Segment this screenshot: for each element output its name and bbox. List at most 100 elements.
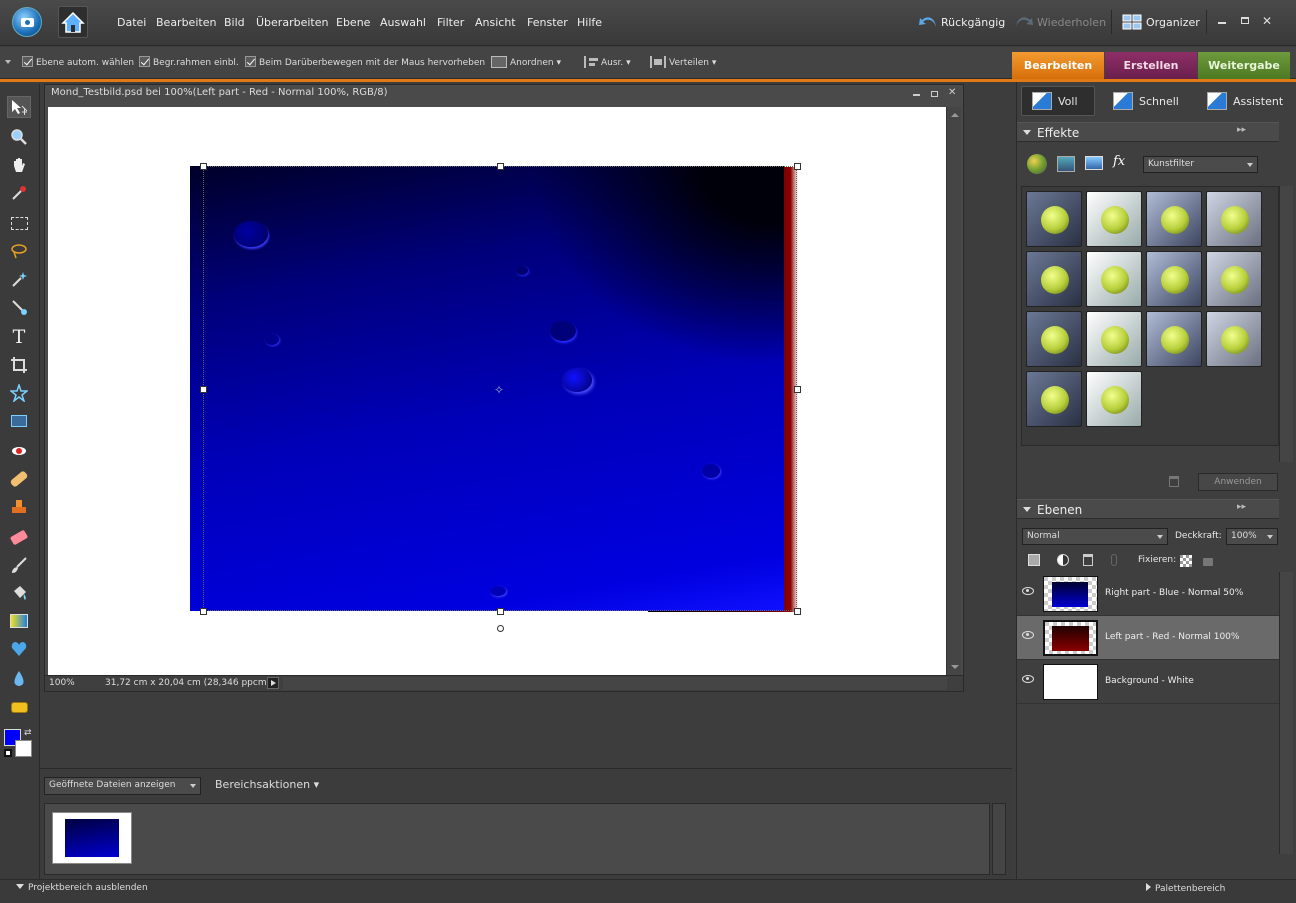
layers-header[interactable]: Ebenen ▸▸ xyxy=(1017,499,1279,519)
menu-ueberarbeiten[interactable]: Überarbeiten xyxy=(256,16,328,29)
photo-effects-icon[interactable] xyxy=(1085,156,1103,170)
effect-thumbnail[interactable] xyxy=(1026,311,1082,367)
rollover-checkbox[interactable]: Beim Darüberbewegen mit der Maus hervorh… xyxy=(245,56,485,68)
effect-thumbnail[interactable] xyxy=(1086,251,1142,307)
swap-colors-icon[interactable]: ⇄ xyxy=(24,728,32,738)
crop-tool-icon[interactable] xyxy=(7,354,31,376)
bin-thumbnail-mond[interactable] xyxy=(52,812,132,864)
effect-thumbnail[interactable] xyxy=(1086,311,1142,367)
eyedropper-tool-icon[interactable] xyxy=(7,182,31,204)
clone-stamp-tool-icon[interactable] xyxy=(7,496,31,518)
rotate-handle-icon[interactable] xyxy=(497,625,504,632)
auto-select-checkbox[interactable]: Ebene autom. wählen xyxy=(22,56,134,68)
gradient-tool-icon[interactable] xyxy=(7,610,31,632)
selection-brush-tool-icon[interactable] xyxy=(7,296,31,318)
text-tool-icon[interactable]: T xyxy=(7,326,31,348)
vertical-scrollbar[interactable] xyxy=(946,107,961,675)
arrange-dropdown[interactable]: Anordnen ▾ xyxy=(491,56,561,68)
healing-brush-tool-icon[interactable] xyxy=(7,468,31,490)
palette-bin-button[interactable]: Palettenbereich xyxy=(1146,883,1225,894)
app-logo-icon[interactable] xyxy=(12,7,42,37)
effect-thumbnail[interactable] xyxy=(1146,251,1202,307)
lock-all-icon[interactable] xyxy=(1203,558,1213,566)
zoom-level[interactable]: 100% xyxy=(49,678,75,688)
zoom-tool-icon[interactable] xyxy=(7,126,31,148)
organizer-button[interactable]: Organizer xyxy=(1122,13,1200,31)
effect-thumbnail[interactable] xyxy=(1026,371,1082,427)
brush-tool-icon[interactable] xyxy=(7,554,31,576)
menu-ansicht[interactable]: Ansicht xyxy=(475,16,516,29)
scroll-down-arrow-icon[interactable] xyxy=(951,665,959,669)
status-menu-arrow-icon[interactable] xyxy=(267,677,279,689)
layer-row-background[interactable]: Background - White xyxy=(1017,660,1279,704)
visibility-eye-icon[interactable] xyxy=(1022,587,1034,595)
doc-maximize-button[interactable] xyxy=(931,91,938,97)
layer-styles-icon[interactable] xyxy=(1057,156,1075,172)
opacity-field[interactable]: 100% xyxy=(1226,528,1278,545)
layer-row-left-part[interactable]: Left part - Red - Normal 100% xyxy=(1017,616,1279,660)
minimize-button[interactable] xyxy=(1218,22,1226,24)
new-layer-icon[interactable] xyxy=(1028,554,1040,566)
visibility-eye-icon[interactable] xyxy=(1022,675,1034,683)
sponge-tool-icon[interactable] xyxy=(7,696,31,718)
effect-thumbnail[interactable] xyxy=(1086,371,1142,427)
blur-tool-icon[interactable] xyxy=(7,668,31,690)
blend-mode-dropdown[interactable]: Normal xyxy=(1022,528,1168,545)
effect-thumbnail[interactable] xyxy=(1206,251,1262,307)
transform-handle[interactable] xyxy=(497,163,504,170)
paint-bucket-tool-icon[interactable] xyxy=(7,582,31,604)
transform-handle[interactable] xyxy=(794,608,801,615)
maximize-button[interactable] xyxy=(1241,17,1249,24)
marquee-tool-icon[interactable] xyxy=(7,212,31,234)
menu-bild[interactable]: Bild xyxy=(224,16,245,29)
effects-scrollbar[interactable] xyxy=(1279,186,1293,462)
transform-handle[interactable] xyxy=(794,163,801,170)
tab-erstellen[interactable]: Erstellen xyxy=(1105,52,1197,79)
undo-button[interactable]: Rückgängig xyxy=(918,14,1005,30)
magic-wand-tool-icon[interactable] xyxy=(7,268,31,290)
tab-bearbeiten[interactable]: Bearbeiten xyxy=(1012,52,1104,79)
horizontal-scrollbar[interactable] xyxy=(283,677,947,690)
background-color-swatch[interactable] xyxy=(15,740,32,757)
adjustment-layer-icon[interactable] xyxy=(1057,554,1069,566)
trash-icon[interactable] xyxy=(1169,476,1179,487)
home-icon[interactable] xyxy=(58,6,88,38)
hand-tool-icon[interactable] xyxy=(7,154,31,176)
cookie-cutter-tool-icon[interactable] xyxy=(7,382,31,404)
hide-project-bin-button[interactable]: Projektbereich ausblenden xyxy=(16,883,148,893)
link-layers-icon[interactable] xyxy=(1111,554,1117,566)
menu-filter[interactable]: Filter xyxy=(437,16,464,29)
align-dropdown[interactable]: Ausr. ▾ xyxy=(584,56,631,68)
effect-thumbnail[interactable] xyxy=(1086,191,1142,247)
menu-fenster[interactable]: Fenster xyxy=(527,16,568,29)
mode-assistent-button[interactable]: Assistent xyxy=(1203,86,1296,116)
visibility-eye-icon[interactable] xyxy=(1022,631,1034,639)
menu-datei[interactable]: Datei xyxy=(117,16,146,29)
effect-thumbnail[interactable] xyxy=(1026,191,1082,247)
effect-thumbnail[interactable] xyxy=(1146,191,1202,247)
options-menu-arrow-icon[interactable] xyxy=(5,60,11,64)
effect-thumbnail[interactable] xyxy=(1026,251,1082,307)
bin-actions-menu[interactable]: Bereichsaktionen ▾ xyxy=(215,778,319,791)
layer-row-right-part[interactable]: Right part - Blue - Normal 50% xyxy=(1017,572,1279,616)
transform-handle[interactable] xyxy=(200,163,207,170)
doc-minimize-button[interactable] xyxy=(913,94,920,96)
panel-menu-icon[interactable]: ▸▸ xyxy=(1237,502,1246,512)
bin-scrollbar[interactable] xyxy=(992,803,1006,875)
menu-ebene[interactable]: Ebene xyxy=(336,16,370,29)
effects-category-dropdown[interactable]: Kunstfilter xyxy=(1143,156,1258,173)
lasso-tool-icon[interactable] xyxy=(7,240,31,262)
mode-schnell-button[interactable]: Schnell xyxy=(1109,86,1199,116)
shape-tool-icon[interactable] xyxy=(7,638,31,660)
lock-transparency-icon[interactable] xyxy=(1180,555,1192,567)
fx-icon[interactable]: fx xyxy=(1113,154,1125,169)
eraser-tool-icon[interactable] xyxy=(7,526,31,548)
default-colors-icon[interactable] xyxy=(4,749,12,757)
delete-layer-icon[interactable] xyxy=(1083,554,1093,566)
scroll-up-arrow-icon[interactable] xyxy=(951,113,959,117)
menu-bearbeiten[interactable]: Bearbeiten xyxy=(156,16,216,29)
effect-thumbnail[interactable] xyxy=(1146,311,1202,367)
effect-thumbnail[interactable] xyxy=(1206,311,1262,367)
menu-auswahl[interactable]: Auswahl xyxy=(380,16,426,29)
straighten-tool-icon[interactable] xyxy=(7,410,31,432)
